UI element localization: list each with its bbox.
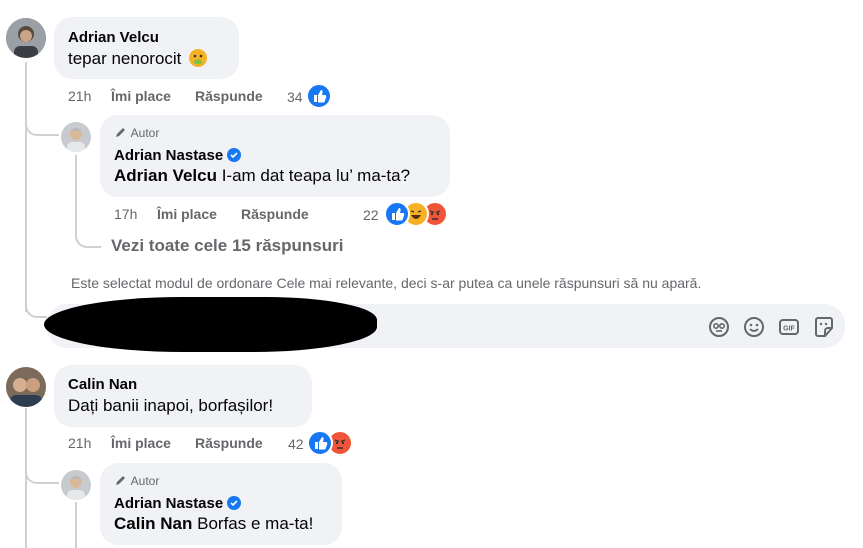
reply-button[interactable]: Răspunde (241, 206, 309, 222)
reply-curve (25, 118, 59, 136)
pencil-icon (114, 473, 128, 490)
verified-icon (227, 496, 242, 514)
reaction-count[interactable]: 34 (287, 89, 303, 105)
reply-thread-line (75, 502, 77, 548)
pencil-icon (114, 125, 128, 142)
reply-time[interactable]: 17h (114, 206, 137, 222)
redacted-mark (44, 297, 377, 352)
like-icon[interactable] (384, 201, 410, 227)
view-all-curve (75, 226, 101, 248)
author-badge-label: Autor (130, 126, 160, 140)
reply-thread-line (75, 155, 77, 235)
like-icon[interactable] (307, 430, 333, 456)
thread-curve (25, 296, 47, 318)
reply-button[interactable]: Răspunde (195, 88, 263, 104)
verified-icon (227, 148, 242, 166)
comment-text-body: tepar nenorocit (68, 49, 182, 68)
reply-author[interactable]: Adrian Nastase (114, 147, 242, 166)
emoji-icon[interactable] (742, 315, 766, 339)
avatar[interactable] (61, 122, 91, 152)
mention-link[interactable]: Adrian Velcu (114, 166, 217, 185)
nauseated-emoji-icon (188, 48, 208, 68)
reply-author-name[interactable]: Adrian Nastase (114, 495, 223, 512)
reply-button[interactable]: Răspunde (195, 435, 263, 451)
top-remnant (60, 0, 260, 4)
reaction-count[interactable]: 22 (363, 207, 379, 223)
reply-curve (25, 466, 59, 484)
like-button[interactable]: Îmi place (157, 206, 217, 222)
reply-text-body: Borfas e ma-ta! (192, 514, 314, 533)
reply-author-name[interactable]: Adrian Nastase (114, 147, 223, 164)
sort-notice: Este selectat modul de ordonare Cele mai… (71, 275, 702, 291)
avatar[interactable] (6, 367, 46, 407)
avatar[interactable] (61, 470, 91, 500)
view-all-replies[interactable]: Vezi toate cele 15 răspunsuri (111, 236, 343, 256)
like-button[interactable]: Îmi place (111, 435, 171, 451)
gif-icon[interactable]: GIF (777, 315, 801, 339)
comment-author[interactable]: Adrian Velcu (68, 29, 159, 46)
comment-text: Dați banii inapoi, borfașilor! (68, 396, 274, 415)
reply-text-body: I-am dat teapa lu’ ma-ta? (216, 166, 411, 185)
like-icon[interactable] (306, 83, 332, 109)
author-badge-label: Autor (130, 474, 160, 488)
sticker-icon[interactable] (812, 315, 836, 339)
reaction-count[interactable]: 42 (288, 436, 304, 452)
reply-author[interactable]: Adrian Nastase (114, 495, 242, 514)
comment-author[interactable]: Calin Nan (68, 376, 137, 393)
avatar-sticker-icon[interactable] (707, 315, 731, 339)
svg-text:GIF: GIF (783, 326, 795, 333)
author-badge: Autor (114, 473, 159, 490)
avatar[interactable] (6, 18, 46, 58)
mention-link[interactable]: Calin Nan (114, 514, 192, 533)
comment-time[interactable]: 21h (68, 88, 91, 104)
comment-time[interactable]: 21h (68, 435, 91, 451)
thread-line (25, 62, 27, 312)
author-badge: Autor (114, 125, 159, 142)
reply-text: Adrian Velcu I-am dat teapa lu’ ma-ta? (114, 166, 410, 186)
like-button[interactable]: Îmi place (111, 88, 171, 104)
reply-text: Calin Nan Borfas e ma-ta! (114, 514, 313, 534)
comment-text: tepar nenorocit (68, 48, 208, 69)
